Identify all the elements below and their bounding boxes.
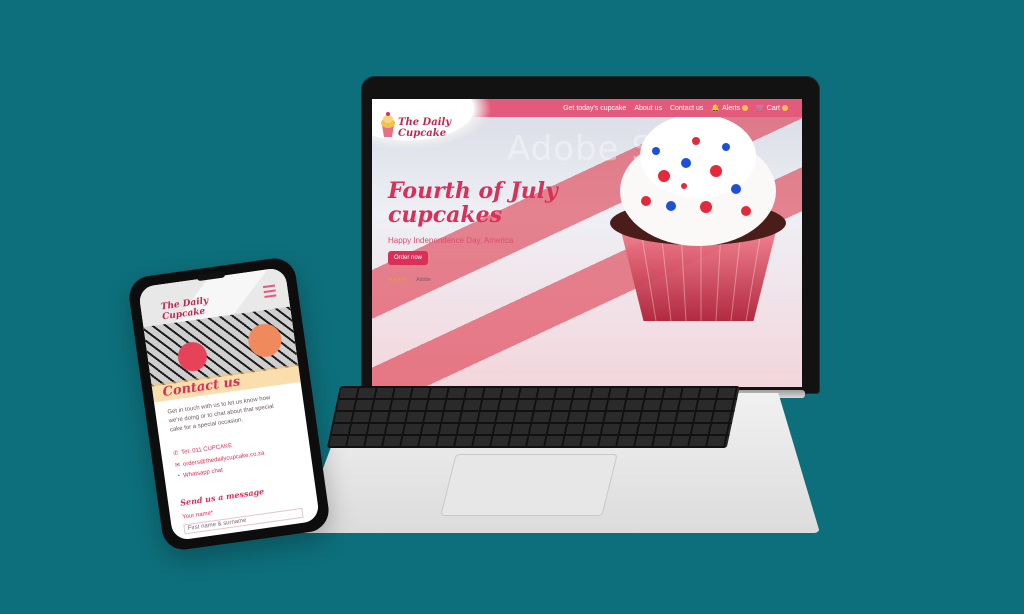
laptop-screen: Adobe Stock Get today's cupcake About us… bbox=[372, 99, 802, 387]
hero-subtitle: Happy Independence Day, America bbox=[388, 236, 514, 245]
cupcake-logo-icon bbox=[381, 112, 395, 137]
phone-device: The Daily Cupcake Contact us Get in touc… bbox=[126, 255, 332, 553]
cart-icon: 🛒 bbox=[756, 105, 765, 112]
nav-about-us[interactable]: About us bbox=[634, 105, 662, 112]
mail-icon: ✉ bbox=[174, 462, 181, 470]
phone-icon: ✆ bbox=[173, 450, 179, 458]
name-field-label: Your name* bbox=[181, 510, 214, 521]
whatsapp-icon: ◔ bbox=[176, 473, 181, 480]
contact-intro: Get in touch with us to let us know how … bbox=[167, 395, 275, 434]
hero-title: Fourth of July cupcakes bbox=[388, 178, 558, 228]
rating-stars: ★★★★☆ bbox=[388, 277, 411, 283]
laptop-keyboard bbox=[326, 386, 740, 448]
cupcake-photo bbox=[610, 114, 786, 321]
cart-badge bbox=[782, 105, 788, 111]
send-message-title: Send us a message bbox=[179, 486, 265, 508]
bell-icon: 🔔 bbox=[711, 105, 721, 112]
nav-cart[interactable]: 🛒 Cart bbox=[756, 104, 788, 112]
order-now-button[interactable]: Order now bbox=[388, 251, 429, 265]
hamburger-menu-icon[interactable] bbox=[262, 284, 277, 299]
contact-whatsapp[interactable]: ◔ Whatsapp chat bbox=[176, 468, 223, 480]
rating-row: ★★★★☆ Adobe bbox=[388, 277, 431, 283]
laptop-trackpad bbox=[440, 454, 618, 516]
image-source: Adobe bbox=[416, 277, 431, 283]
phone-screen: The Daily Cupcake Contact us Get in touc… bbox=[137, 266, 321, 542]
site-logo[interactable]: The Daily Cupcake bbox=[398, 117, 468, 139]
alerts-badge bbox=[742, 105, 749, 111]
nav-contact-us[interactable]: Contact us bbox=[670, 105, 703, 112]
nav-get-todays-cupcake[interactable]: Get today's cupcake bbox=[563, 105, 626, 112]
nav-alerts[interactable]: 🔔 Alerts bbox=[711, 104, 749, 112]
